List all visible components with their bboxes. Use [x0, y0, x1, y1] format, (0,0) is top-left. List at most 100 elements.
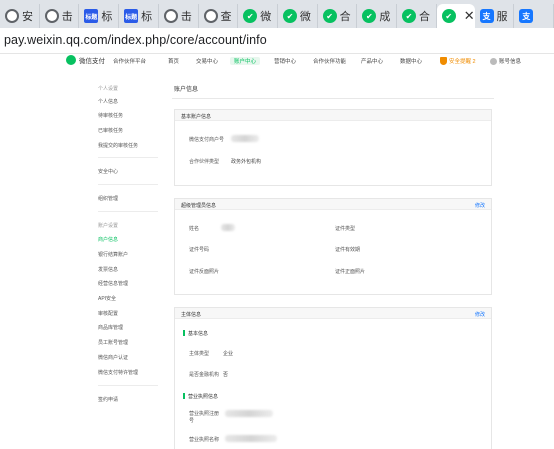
site-top-nav: 微信支付 合作伙伴平台 首页 交易中心 账户中心 营销中心 合作伙伴功能 产品中… [0, 54, 554, 68]
address-bar[interactable]: pay.weixin.qq.com/index.php/core/account… [0, 28, 554, 54]
id-front-photo-label: 证件正面照片 [335, 269, 366, 275]
basic-account-card: 基本账户信息 微信支付商户号 合作伙伴类型 政务外包机构 [174, 109, 492, 186]
browser-tab[interactable]: ✔ ✕ [436, 4, 475, 28]
card-title: 基本账户信息 [181, 114, 212, 120]
browser-tab[interactable]: 标题标 [79, 4, 120, 28]
account-label: 账号信息 [499, 59, 522, 65]
brand-label: 微信支付 [79, 58, 105, 65]
super-admin-card: 超级管理员信息 修改 姓名 证件号码 证件反面照片 证件类型 证件有效期 证件正… [174, 198, 492, 295]
browser-tab[interactable]: ✔ 合 [397, 4, 437, 28]
id-validity-label: 证件有效期 [335, 247, 361, 253]
nav-marketing-center[interactable]: 营销中心 [274, 57, 296, 65]
merchant-id-label: 微信支付商户号 [189, 137, 225, 143]
browser-tab-label: 服 [496, 11, 508, 23]
sidebar-item-invoice-info[interactable]: 发票信息 [98, 266, 118, 273]
license-name-redacted [225, 435, 277, 442]
partner-type-label: 合作伙伴类型 [189, 159, 220, 165]
card-title: 主体信息 [181, 312, 202, 318]
edit-admin-link[interactable]: 修改 [475, 202, 485, 209]
sidebar-item-review-config[interactable]: 审核配置 [98, 310, 118, 317]
blue-icon: 支 [479, 9, 494, 23]
financial-institution-label: 是否金融机构 [189, 372, 220, 378]
browser-tab[interactable]: 标题标 [119, 4, 159, 28]
browser-tab-label: 击 [61, 11, 73, 23]
browser-tab-label: 微 [299, 11, 311, 23]
blue-icon: 支 [519, 9, 534, 23]
sidebar-item-merchant-verification[interactable]: 微信商户认证 [98, 354, 128, 361]
subject-type-value: 企业 [223, 351, 234, 357]
wechat-icon: ✔ [402, 9, 417, 23]
globe-icon [5, 9, 19, 23]
account-menu[interactable]: 账号信息 [490, 57, 521, 65]
sidebar-item-bank-account[interactable]: 银行结算账户 [98, 251, 128, 258]
browser-tab-label: 标 [101, 11, 113, 23]
browser-tab[interactable]: ✔ 合 [318, 4, 358, 28]
browser-tab[interactable]: ✔ 微 [278, 4, 318, 28]
sidebar-item-org-management[interactable]: 组织管理 [98, 195, 118, 202]
globe-icon [203, 9, 218, 23]
sidebar-head-account: 账户设置 [98, 223, 119, 229]
sidebar-item-personal-info[interactable]: 个人信息 [98, 98, 118, 105]
close-icon[interactable]: ✕ [464, 8, 475, 24]
security-warning[interactable]: 安全提醒 2 [440, 57, 476, 65]
card-header: 基本账户信息 [175, 110, 491, 121]
doc-icon: 标题 [124, 9, 139, 23]
browser-tab[interactable]: 安 [0, 4, 40, 28]
partner-type-value: 政务外包机构 [231, 159, 262, 165]
sidebar-item-merchant-info[interactable]: 商户信息 [98, 236, 118, 243]
main-content: 账户信息 基本账户信息 微信支付商户号 合作伙伴类型 政务外包机构 超级管理员信… [172, 68, 494, 449]
subject-info-card: 主体信息 修改 基本信息 主体类型 企业 是否金融机构 否 营业执照信息 营业执… [174, 307, 492, 449]
sidebar-item-reviewed-tasks[interactable]: 已审核任务 [98, 127, 123, 134]
sidebar-item-product-library[interactable]: 商品库管理 [98, 324, 123, 331]
nav-account-center[interactable]: 账户中心 [230, 57, 261, 65]
browser-tab[interactable]: 击 [159, 4, 199, 28]
license-info-subheading: 营业执照信息 [183, 393, 218, 400]
license-reg-number-label: 营业执照注册号 [189, 411, 220, 424]
browser-tab-label: 查 [220, 11, 232, 23]
doc-icon: 标题 [84, 9, 99, 23]
sidebar-head-personal: 个人设置 [98, 86, 119, 92]
browser-tab[interactable]: 查 [199, 4, 239, 28]
sidebar-item-security-center[interactable]: 安全中心 [98, 168, 118, 175]
nav-product-center[interactable]: 产品中心 [361, 57, 383, 65]
browser-tab-label: 合 [419, 11, 431, 23]
sidebar-item-special-license[interactable]: 微信支付特许管理 [98, 369, 138, 376]
id-number-label: 证件号码 [189, 247, 210, 253]
edit-subject-link[interactable]: 修改 [475, 311, 485, 318]
sidebar-item-contract-apply[interactable]: 签约申请 [98, 396, 118, 403]
sidebar-item-business-info[interactable]: 经营信息管理 [98, 280, 128, 287]
subject-type-label: 主体类型 [189, 351, 210, 357]
license-reg-number-redacted [225, 410, 273, 417]
wechat-icon: ✔ [282, 9, 297, 23]
brand[interactable]: 微信支付 [66, 55, 105, 65]
nav-partner-functions[interactable]: 合作伙伴功能 [313, 57, 346, 65]
sidebar-divider [98, 211, 158, 212]
browser-tab-label: 成 [379, 11, 391, 23]
merchant-id-value-redacted [231, 135, 259, 142]
sidebar-item-api-security[interactable]: API安全 [98, 295, 116, 302]
wechat-icon: ✔ [322, 9, 337, 23]
nav-data-center[interactable]: 数据中心 [400, 57, 422, 65]
browser-tab[interactable]: 击 [40, 4, 80, 28]
wechat-icon: ✔ [243, 9, 258, 23]
sidebar-item-staff-accounts[interactable]: 员工账号管理 [98, 339, 128, 346]
nav-home[interactable]: 首页 [168, 57, 179, 65]
card-header: 主体信息 修改 [175, 308, 491, 319]
browser-tab[interactable]: 支 [514, 4, 554, 28]
sidebar-item-pending-tasks[interactable]: 待审核任务 [98, 112, 123, 119]
shield-warning-icon [440, 57, 447, 65]
browser-tab-label: 标 [141, 11, 153, 23]
browser-tab[interactable]: ✔ 成 [357, 4, 398, 28]
sidebar-divider [98, 157, 158, 158]
partner-platform-label: 合作伙伴平台 [113, 59, 147, 65]
name-value-redacted [221, 224, 235, 231]
wechat-icon: ✔ [362, 9, 377, 23]
browser-tab[interactable]: ✔ 微 [238, 4, 278, 28]
license-name-label: 营业执照名称 [189, 437, 220, 443]
page-title: 账户信息 [174, 87, 199, 93]
nav-trade-center[interactable]: 交易中心 [196, 57, 218, 65]
browser-tab-label: 微 [260, 11, 272, 23]
sidebar-item-submitted-tasks[interactable]: 我提交的审核任务 [98, 142, 138, 149]
url-text[interactable]: pay.weixin.qq.com/index.php/core/account… [4, 33, 267, 47]
browser-tab[interactable]: 支服 [475, 4, 515, 28]
